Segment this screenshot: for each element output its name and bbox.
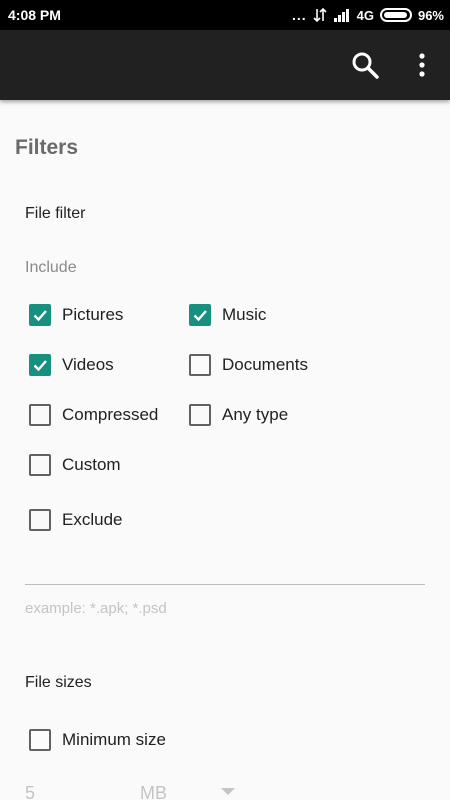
checkbox-box[interactable] (189, 354, 211, 376)
notification-dots: ... (291, 7, 307, 23)
checkbox-label: Pictures (62, 305, 124, 324)
checkbox-custom[interactable]: Custom (29, 452, 121, 478)
check-icon (193, 310, 207, 322)
checkbox-box[interactable] (29, 404, 51, 426)
check-icon (33, 360, 47, 372)
checkbox-minimum-size[interactable]: Minimum size (29, 727, 166, 753)
checkbox-exclude[interactable]: Exclude (29, 507, 122, 533)
checkbox-label: Exclude (62, 510, 123, 529)
checkbox-box[interactable] (29, 304, 51, 326)
size-unit-select[interactable]: MB (140, 783, 167, 800)
checkbox-box[interactable] (29, 454, 51, 476)
checkbox-pictures[interactable]: Pictures (29, 302, 123, 328)
status-time: 4:08 PM (8, 7, 61, 23)
checkbox-documents[interactable]: Documents (189, 352, 308, 378)
custom-filter-input[interactable]: example: *.apk; *.psd (25, 600, 167, 617)
status-icons: ... 4G 96% (292, 6, 444, 24)
app-bar (0, 30, 450, 100)
checkbox-label: Minimum size (62, 730, 166, 749)
battery-icon (379, 8, 412, 22)
checkbox-box[interactable] (29, 509, 51, 531)
custom-filter-input-underline (25, 584, 425, 585)
checkbox-box[interactable] (29, 354, 51, 376)
check-icon (33, 310, 47, 322)
search-icon (352, 52, 379, 79)
checkbox-label: Music (222, 305, 267, 324)
battery-level (383, 12, 407, 18)
checkbox-videos[interactable]: Videos (29, 352, 114, 378)
checkbox-music[interactable]: Music (189, 302, 266, 328)
status-bar: 4:08 PM ... 4G 96% (0, 0, 450, 30)
file-filter-label: File filter (25, 205, 86, 222)
more-options-button[interactable] (410, 50, 434, 80)
signal-icon (333, 9, 349, 22)
minimum-size-input[interactable]: 5 (25, 783, 35, 800)
include-label: Include (25, 259, 77, 276)
checkbox-compressed[interactable]: Compressed (29, 402, 158, 428)
checkbox-label: Any type (222, 405, 289, 424)
checkbox-label: Compressed (62, 405, 159, 424)
file-sizes-label: File sizes (25, 674, 92, 691)
dropdown-arrow-icon[interactable] (221, 788, 235, 795)
checkbox-label: Documents (222, 355, 308, 374)
checkbox-box[interactable] (189, 404, 211, 426)
checkbox-label: Custom (62, 455, 121, 474)
data-transfer-icon (313, 8, 327, 22)
network-type: 4G (356, 7, 374, 23)
search-button[interactable] (350, 50, 380, 80)
checkbox-label: Videos (62, 355, 114, 374)
checkbox-any-type[interactable]: Any type (189, 402, 288, 428)
battery-percent: 96% (417, 7, 444, 23)
more-vert-icon (419, 53, 425, 77)
checkbox-box[interactable] (29, 729, 51, 751)
page-title: Filters (15, 136, 79, 159)
filters-content: Filters File filter Include Pictures Mus… (0, 100, 450, 800)
checkbox-box[interactable] (189, 304, 211, 326)
